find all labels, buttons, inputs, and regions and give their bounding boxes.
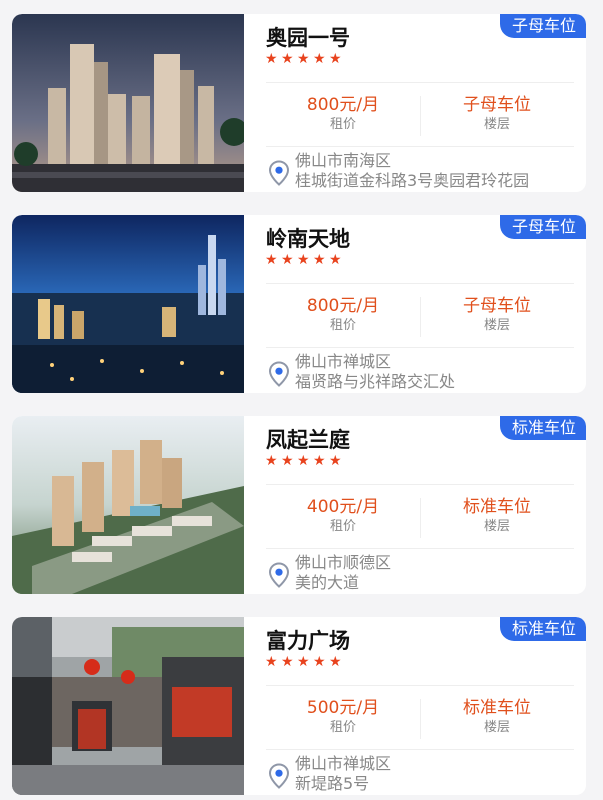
plaza-entrance-photo-illustration <box>12 617 244 795</box>
star-icon: ★ <box>281 51 294 67</box>
listing-name: 凤起兰庭 <box>266 428 350 452</box>
price-value: 400元/月 <box>306 497 380 517</box>
floor-label: 楼层 <box>483 519 510 534</box>
listing-address: 佛山市禅城区 福贤路与兆祥路交汇处 <box>295 352 455 392</box>
star-icon: ★ <box>329 51 342 67</box>
listing-card[interactable]: 子母车位 岭南天地 ★ ★ ★ ★ ★ 800元/月 租价 子母车位 楼层 佛山… <box>12 215 586 393</box>
rating-stars: ★ ★ ★ ★ ★ <box>265 52 343 68</box>
price-label: 租价 <box>329 318 356 333</box>
listing-card[interactable]: 子母车位 奥园一号 ★ ★ ★ ★ ★ 800元/月 租价 子母车位 楼层 佛山… <box>12 14 586 192</box>
star-icon: ★ <box>281 453 294 469</box>
floor-value: 子母车位 <box>463 296 531 316</box>
parking-type-tag: 标准车位 <box>499 416 586 440</box>
floor-label: 楼层 <box>483 318 510 333</box>
star-icon: ★ <box>281 252 294 268</box>
star-icon: ★ <box>329 453 342 469</box>
price-stat: 500元/月 租价 <box>266 697 420 737</box>
divider <box>266 484 574 485</box>
star-icon: ★ <box>297 252 310 268</box>
street-address-text: 美的大道 <box>295 573 360 592</box>
divider <box>266 548 574 549</box>
star-icon: ★ <box>297 51 310 67</box>
floor-value: 子母车位 <box>463 95 531 115</box>
star-icon: ★ <box>281 654 294 670</box>
star-icon: ★ <box>265 51 278 67</box>
divider <box>266 347 574 348</box>
residential-aerial-photo-illustration <box>12 416 244 594</box>
listing-photo[interactable] <box>12 215 244 393</box>
divider <box>266 685 574 686</box>
location-pin-icon <box>268 562 290 588</box>
star-icon: ★ <box>265 252 278 268</box>
star-icon: ★ <box>297 654 310 670</box>
star-icon: ★ <box>265 453 278 469</box>
street-address-text: 新堤路5号 <box>295 774 370 793</box>
floor-label: 楼层 <box>483 720 510 735</box>
building-photo-illustration <box>12 14 244 192</box>
floor-stat: 子母车位 楼层 <box>420 295 574 335</box>
star-icon: ★ <box>329 654 342 670</box>
floor-stat: 标准车位 楼层 <box>420 697 574 737</box>
price-stat: 400元/月 租价 <box>266 496 420 536</box>
price-label: 租价 <box>329 519 356 534</box>
city-night-photo-illustration <box>12 215 244 393</box>
rating-stars: ★ ★ ★ ★ ★ <box>265 655 343 671</box>
listing-address: 佛山市南海区 桂城街道金科路3号奥园君玲花园 <box>295 151 529 191</box>
listing-address: 佛山市顺德区 美的大道 <box>295 553 391 593</box>
parking-type-tag: 子母车位 <box>499 215 586 239</box>
star-icon: ★ <box>313 453 326 469</box>
location-pin-icon <box>268 763 290 789</box>
star-icon: ★ <box>329 252 342 268</box>
divider <box>266 749 574 750</box>
listing-card[interactable]: 标准车位 凤起兰庭 ★ ★ ★ ★ ★ 400元/月 租价 标准车位 楼层 佛山… <box>12 416 586 594</box>
district-text: 佛山市禅城区 <box>295 352 392 371</box>
star-icon: ★ <box>313 654 326 670</box>
street-address-text: 福贤路与兆祥路交汇处 <box>295 372 456 391</box>
parking-type-tag: 标准车位 <box>499 617 586 641</box>
rating-stars: ★ ★ ★ ★ ★ <box>265 454 343 470</box>
star-icon: ★ <box>313 252 326 268</box>
district-text: 佛山市禅城区 <box>295 754 392 773</box>
price-label: 租价 <box>329 117 356 132</box>
divider <box>266 82 574 83</box>
street-address-text: 桂城街道金科路3号奥园君玲花园 <box>295 171 530 190</box>
listing-photo[interactable] <box>12 14 244 192</box>
floor-stat: 标准车位 楼层 <box>420 496 574 536</box>
price-value: 800元/月 <box>306 95 380 115</box>
star-icon: ★ <box>297 453 310 469</box>
rating-stars: ★ ★ ★ ★ ★ <box>265 253 343 269</box>
listing-card[interactable]: 标准车位 富力广场 ★ ★ ★ ★ ★ 500元/月 租价 标准车位 楼层 佛山… <box>12 617 586 795</box>
floor-stat: 子母车位 楼层 <box>420 94 574 134</box>
floor-label: 楼层 <box>483 117 510 132</box>
district-text: 佛山市南海区 <box>295 151 392 170</box>
price-label: 租价 <box>329 720 356 735</box>
listing-address: 佛山市禅城区 新堤路5号 <box>295 754 391 794</box>
listing-name: 富力广场 <box>266 629 350 653</box>
price-value: 500元/月 <box>306 698 380 718</box>
location-pin-icon <box>268 361 290 387</box>
floor-value: 标准车位 <box>463 497 531 517</box>
floor-value: 标准车位 <box>463 698 531 718</box>
divider <box>266 146 574 147</box>
price-stat: 800元/月 租价 <box>266 94 420 134</box>
listing-photo[interactable] <box>12 416 244 594</box>
star-icon: ★ <box>313 51 326 67</box>
district-text: 佛山市顺德区 <box>295 553 392 572</box>
price-stat: 800元/月 租价 <box>266 295 420 335</box>
divider <box>266 283 574 284</box>
price-value: 800元/月 <box>306 296 380 316</box>
parking-type-tag: 子母车位 <box>499 14 586 38</box>
listing-photo[interactable] <box>12 617 244 795</box>
location-pin-icon <box>268 160 290 186</box>
listing-name: 岭南天地 <box>266 227 350 251</box>
star-icon: ★ <box>265 654 278 670</box>
listing-name: 奥园一号 <box>266 26 350 50</box>
